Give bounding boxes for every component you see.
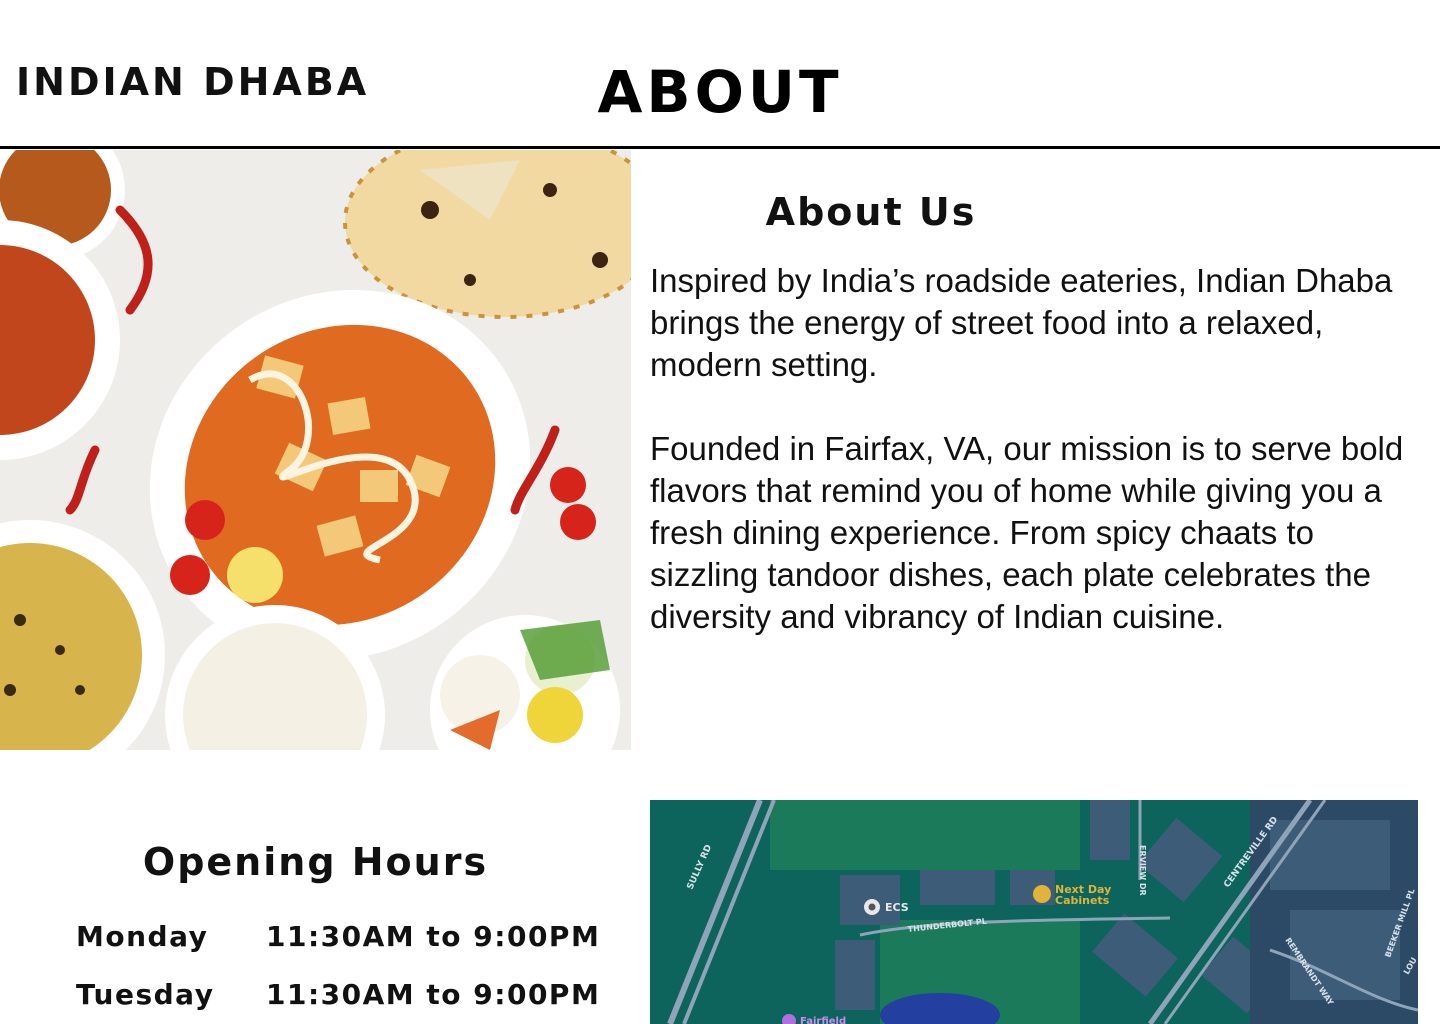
map-label-fairfield: Fairfield (800, 1016, 846, 1024)
hours-row-monday: Monday 11:30AM to 9:00PM (76, 920, 616, 960)
map-label-nextday-2: Cabinets (1055, 894, 1110, 907)
map-label-ecs: ECS (885, 901, 909, 914)
location-map[interactable]: SULLY RD CENTREVILLE RD ERVIEW DR THUNDE… (650, 800, 1418, 1024)
header-divider (0, 146, 1440, 149)
map-canvas[interactable]: SULLY RD CENTREVILLE RD ERVIEW DR THUNDE… (650, 800, 1418, 1024)
hours-time: 11:30AM to 9:00PM (266, 920, 601, 953)
about-us-heading: About Us (765, 190, 977, 234)
hours-day: Tuesday (76, 978, 215, 1011)
hours-time: 11:30AM to 9:00PM (266, 978, 601, 1011)
food-photo-image (0, 150, 631, 750)
about-paragraph-1: Inspired by India’s roadside eateries, I… (650, 262, 1393, 383)
opening-hours-heading: Opening Hours (142, 840, 489, 884)
map-label-erview: ERVIEW DR (1138, 845, 1147, 896)
food-photo (0, 150, 631, 750)
hours-day: Monday (76, 920, 209, 953)
about-paragraph-2: Founded in Fairfax, VA, our mission is t… (650, 430, 1404, 635)
page-title: ABOUT (597, 58, 843, 126)
nextday-pin-icon[interactable] (1033, 885, 1051, 903)
hours-row-tuesday: Tuesday 11:30AM to 9:00PM (76, 978, 616, 1018)
